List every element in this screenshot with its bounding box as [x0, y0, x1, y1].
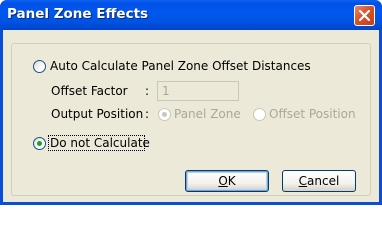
panel-zone-label[interactable]: Panel Zone	[174, 107, 241, 121]
auto-calculate-label[interactable]: Auto Calculate Panel Zone Offset Distanc…	[50, 59, 311, 73]
output-position-colon: :	[145, 107, 150, 121]
offset-position-label[interactable]: Offset Position	[269, 107, 356, 121]
cancel-button[interactable]: Cancel	[282, 170, 356, 192]
output-position-label: Output Position	[51, 107, 144, 121]
panel-zone-radio[interactable]	[158, 108, 171, 121]
ok-button-mnemonic: O	[218, 174, 228, 188]
do-not-calculate-radio[interactable]	[33, 137, 46, 150]
ok-button[interactable]: OK	[185, 170, 269, 192]
close-icon	[359, 10, 370, 21]
offset-factor-colon: :	[145, 84, 150, 98]
do-not-calculate-radio-dot	[37, 141, 42, 146]
offset-position-radio[interactable]	[253, 108, 266, 121]
cancel-button-mnemonic: C	[298, 174, 308, 188]
title-bar[interactable]: Panel Zone Effects	[0, 0, 382, 30]
panel-zone-radio-dot	[162, 112, 167, 117]
ok-button-label-rest: K	[227, 174, 236, 188]
offset-factor-input[interactable]: 1	[157, 81, 239, 101]
dialog-body: Auto Calculate Panel Zone Offset Distanc…	[3, 30, 379, 202]
window-title: Panel Zone Effects	[7, 6, 149, 22]
offset-factor-label: Offset Factor	[51, 84, 128, 98]
close-button[interactable]	[354, 5, 375, 26]
cancel-button-label-rest: ancel	[307, 174, 340, 188]
do-not-calculate-label[interactable]: Do not Calculate	[50, 136, 150, 150]
dialog-window: Panel Zone Effects Auto Calculate Panel …	[0, 0, 382, 205]
auto-calculate-radio[interactable]	[33, 60, 46, 73]
